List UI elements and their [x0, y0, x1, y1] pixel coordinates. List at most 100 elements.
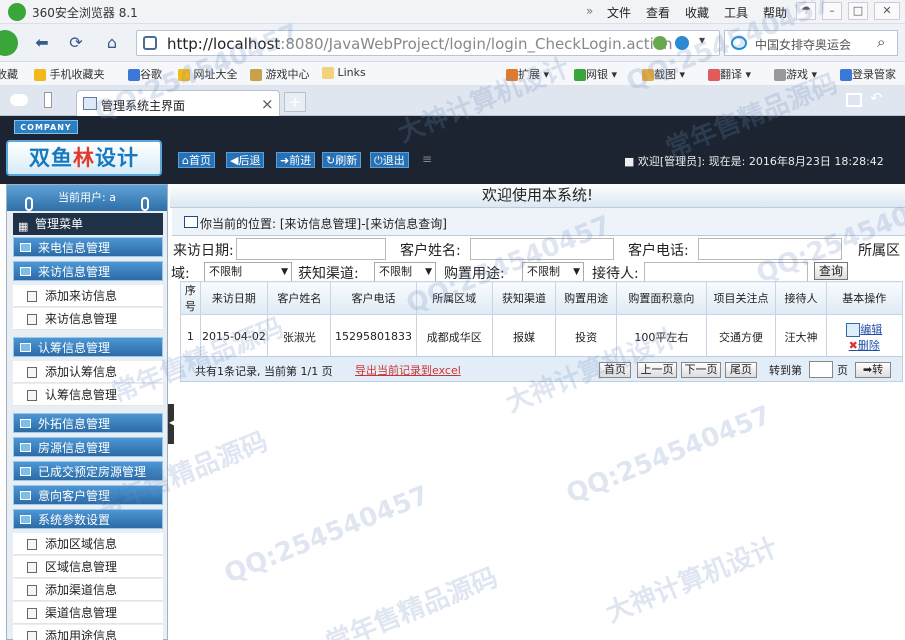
home-button[interactable]: ⌂首页: [178, 152, 215, 168]
next-page-button[interactable]: 下一页: [681, 362, 721, 378]
sidebar-group-10[interactable]: 意向客户管理: [13, 485, 163, 505]
customer-phone-input[interactable]: [698, 238, 842, 260]
skin-icon[interactable]: ☂: [796, 2, 816, 20]
edit-link[interactable]: 编辑: [827, 321, 902, 337]
shield-icon: [143, 36, 157, 50]
page-icon[interactable]: [44, 92, 52, 108]
sidebar-item-12[interactable]: 添加区域信息: [13, 533, 163, 555]
reload-icon[interactable]: ⟳: [64, 31, 88, 55]
delete-link[interactable]: ✖删除: [827, 337, 902, 353]
channel-label: 获知渠道:: [298, 266, 359, 282]
customer-phone-label: 客户电话:: [628, 243, 689, 259]
back-arrow-icon[interactable]: ⬅: [30, 31, 54, 55]
tab-main-interface[interactable]: 管理系统主界面 ×: [76, 90, 280, 116]
sidebar-item-label: 添加认筹信息: [45, 365, 118, 379]
menu-file[interactable]: 文件: [607, 4, 631, 21]
browser-home-logo-icon[interactable]: [0, 30, 18, 56]
fav-item-mobile[interactable]: 手机收藏夹: [34, 66, 105, 82]
back-button[interactable]: ◀后退: [226, 152, 265, 168]
logout-button[interactable]: ⏻退出: [370, 152, 409, 168]
sidebar-item-14[interactable]: 添加渠道信息: [13, 579, 163, 601]
ie-mode-icon[interactable]: [675, 36, 689, 50]
url-input[interactable]: http://localhost:8080/JavaWebProject/log…: [136, 30, 720, 56]
folder-icon: [20, 343, 31, 352]
fav-item-links[interactable]: Links: [322, 66, 366, 79]
sidebar-item-16[interactable]: 添加用途信息: [13, 625, 163, 640]
tool-login-manager[interactable]: 登录管家: [840, 66, 896, 82]
customer-name-input[interactable]: [470, 238, 614, 260]
sidebar-item-label: 已成交预定房源管理: [38, 465, 147, 479]
sidebar-group-1[interactable]: 来访信息管理: [13, 261, 163, 281]
document-icon: [27, 631, 37, 640]
table-cell: 报媒: [491, 314, 557, 359]
area-select[interactable]: 不限制 ▼: [204, 262, 292, 282]
fav-item-games[interactable]: 游戏中心: [250, 66, 310, 82]
sidebar-item-label: 来电信息管理: [38, 241, 111, 255]
table-cell: 成都成华区: [415, 314, 493, 359]
sidebar-item-label: 外拓信息管理: [38, 417, 111, 431]
sidebar-group-8[interactable]: 房源信息管理: [13, 437, 163, 457]
visit-date-label: 来访日期:: [173, 243, 234, 259]
first-page-button[interactable]: 首页: [599, 362, 631, 378]
sidebar-item-15[interactable]: 渠道信息管理: [13, 602, 163, 624]
search-box[interactable]: 中国女排夺奥运会 ⌕: [724, 30, 898, 56]
prev-page-button[interactable]: 上一页: [637, 362, 677, 378]
sidebar-toggle[interactable]: ◀: [168, 404, 175, 444]
sidebar-item-3[interactable]: 来访信息管理: [13, 308, 163, 330]
sidebar-group-7[interactable]: 外拓信息管理: [13, 413, 163, 433]
tool-games[interactable]: 游戏 ▾: [774, 66, 817, 82]
goto-button[interactable]: ➡转: [855, 362, 891, 378]
fav-item-hao[interactable]: 网址大全: [178, 66, 238, 82]
sidebar-item-6[interactable]: 认筹信息管理: [13, 384, 163, 406]
url-dropdown-icon[interactable]: ▾: [699, 33, 705, 47]
plugin-icon[interactable]: [653, 36, 667, 50]
fav-collect[interactable]: 收藏: [0, 66, 18, 82]
channel-select[interactable]: 不限制 ▼: [374, 262, 436, 282]
new-tab-button[interactable]: +: [284, 92, 306, 112]
tool-translate[interactable]: 翻译 ▾: [708, 66, 751, 82]
welcome-banner: 欢迎使用本系统!: [170, 184, 905, 208]
export-excel-link[interactable]: 导出当前记录到excel: [355, 362, 461, 378]
sidebar-item-label: 认筹信息管理: [45, 388, 118, 402]
receiver-input[interactable]: [644, 262, 808, 282]
cloud-icon[interactable]: [10, 94, 28, 106]
search-engine-icon[interactable]: [731, 36, 747, 50]
menu-tools[interactable]: 工具: [724, 4, 748, 21]
visit-date-input[interactable]: [236, 238, 386, 260]
sidebar-group-11[interactable]: 系统参数设置: [13, 509, 163, 529]
sidebar-group-0[interactable]: 来电信息管理: [13, 237, 163, 257]
minimize-icon[interactable]: –: [822, 2, 842, 20]
document-icon: [27, 291, 37, 302]
tab-restore-icon[interactable]: [846, 93, 862, 107]
tool-extensions[interactable]: 扩展 ▾: [506, 66, 549, 82]
sidebar-item-2[interactable]: 添加来访信息: [13, 285, 163, 307]
back-icon[interactable]: ↶: [870, 89, 883, 107]
menu-overflow-icon[interactable]: »: [586, 4, 593, 18]
last-page-button[interactable]: 尾页: [725, 362, 757, 378]
search-icon[interactable]: ⌕: [877, 33, 885, 51]
goto-page-input[interactable]: [809, 361, 833, 378]
pin-right-icon: [141, 197, 149, 211]
maximize-icon[interactable]: □: [848, 2, 868, 20]
home-icon[interactable]: ⌂: [100, 31, 124, 55]
refresh-button[interactable]: ↻刷新: [322, 152, 362, 168]
sidebar-group-9[interactable]: 已成交预定房源管理: [13, 461, 163, 481]
menu-help[interactable]: 帮助: [763, 4, 787, 21]
table-header-row: 序号 来访日期 客户姓名 客户电话 所属区域 获知渠道 购置用途 购置面积意向 项目关注点 接待人…: [180, 281, 904, 315]
sidebar-item-5[interactable]: 添加认筹信息: [13, 361, 163, 383]
sidebar-group-4[interactable]: 认筹信息管理: [13, 337, 163, 357]
app-header: COMPANY 双鱼林设计 ⌂首页 ◀后退 ➜前进 ↻刷新 ⏻退出 ≡ ■ 欢迎…: [0, 116, 905, 184]
tool-ebank[interactable]: 网银 ▾: [574, 66, 617, 82]
sidebar-item-label: 意向客户管理: [38, 489, 111, 503]
forward-button[interactable]: ➜前进: [276, 152, 316, 168]
delete-icon: ✖: [848, 338, 858, 352]
tool-screenshot[interactable]: 截图 ▾: [642, 66, 685, 82]
sidebar-item-13[interactable]: 区域信息管理: [13, 556, 163, 578]
menu-view[interactable]: 查看: [646, 4, 670, 21]
purpose-select[interactable]: 不限制 ▼: [522, 262, 584, 282]
close-window-icon[interactable]: ✕: [874, 2, 900, 20]
tab-close-icon[interactable]: ×: [261, 95, 274, 113]
query-button[interactable]: 查询: [814, 262, 848, 280]
menu-favorites[interactable]: 收藏: [685, 4, 709, 21]
fav-item-google[interactable]: 谷歌: [128, 66, 162, 82]
